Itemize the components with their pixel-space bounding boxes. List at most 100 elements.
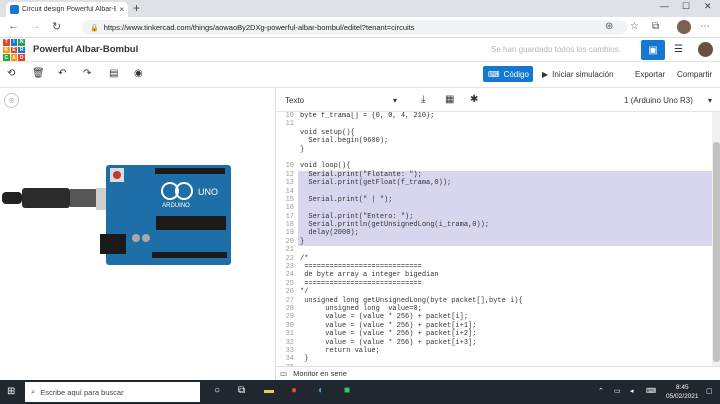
back-icon[interactable]: ← xyxy=(8,20,19,32)
collections-icon[interactable]: ⧉ xyxy=(652,21,659,32)
code-line[interactable]: 28 unsigned long value=0; xyxy=(276,305,712,313)
arduino-board-graphic[interactable]: ARDUINO UNO xyxy=(0,88,275,366)
code-text: value = (value * 256) + packet[i]; xyxy=(300,313,469,322)
code-line[interactable]: 31 value = (value * 256) + packet[i+2]; xyxy=(276,330,712,338)
code-icon: ⌨ xyxy=(488,69,500,79)
redo-icon[interactable]: ↷ xyxy=(83,68,91,79)
notifications-icon[interactable]: ▢ xyxy=(706,387,713,395)
reading-list-icon[interactable]: ⊛ xyxy=(605,21,613,32)
new-tab-button[interactable]: + xyxy=(133,1,140,15)
close-window-icon[interactable]: ✕ xyxy=(704,1,712,12)
maximize-icon[interactable]: ☐ xyxy=(682,1,690,12)
tinkercad-logo[interactable]: TIN KER CAD xyxy=(3,39,25,61)
code-line[interactable]: Serial.begin(9600); xyxy=(276,137,712,145)
chevron-down-icon: ▾ xyxy=(392,95,397,105)
code-line[interactable]: 20} xyxy=(276,237,712,247)
task-view-icon[interactable]: ⧉ xyxy=(238,385,245,396)
delete-icon[interactable]: 🗑 xyxy=(32,68,45,79)
circuit-canvas[interactable]: ⊕ ARDUINO UNO xyxy=(0,88,275,366)
circuit-view-button[interactable]: ▣ xyxy=(641,40,665,60)
start-simulation-button[interactable]: ▶ Iniciar simulación xyxy=(537,66,619,82)
close-tab-icon[interactable]: × xyxy=(119,5,124,14)
code-line[interactable]: 16 xyxy=(276,204,712,213)
code-line[interactable]: 34 } xyxy=(276,355,712,363)
code-line[interactable]: 18 Serial.println(getUnsignedLong(i_tram… xyxy=(276,221,712,230)
library-icon[interactable]: ▦ xyxy=(445,94,454,105)
line-number: 10 xyxy=(285,112,294,120)
code-text: unsigned long getUnsignedLong(byte packe… xyxy=(300,296,523,305)
url-field[interactable]: 🔒 https://www.tinkercad.com/things/aowao… xyxy=(82,20,627,35)
code-line[interactable]: 10 void loop(){ xyxy=(276,162,712,170)
project-title[interactable]: Powerful Albar-Bombul xyxy=(33,44,138,55)
app-header: TIN KER CAD Powerful Albar-Bombul Se han… xyxy=(0,38,720,62)
browser-tab[interactable]: Circuit design Powerful Albar-Bo × xyxy=(6,2,128,17)
address-bar-row: ← → ↻ 🔒 https://www.tinkercad.com/things… xyxy=(0,17,720,38)
code-line[interactable]: 24 de byte array a integer bigedian xyxy=(276,271,712,279)
profile-avatar[interactable] xyxy=(677,20,691,34)
code-button[interactable]: ⌨ Código xyxy=(483,66,533,82)
code-text: } xyxy=(300,355,309,364)
rotate-icon[interactable]: ⟲ xyxy=(7,68,15,79)
serial-monitor-bar[interactable]: ▭ Monitor en serie xyxy=(275,366,720,380)
undo-icon[interactable]: ↶ xyxy=(58,68,66,79)
code-line[interactable]: 33 return value; xyxy=(276,347,712,355)
export-button[interactable]: Exportar xyxy=(630,66,670,82)
line-number: 29 xyxy=(285,313,294,322)
network-icon[interactable]: ▭ xyxy=(614,387,621,395)
app-icon[interactable]: ■ xyxy=(344,385,350,396)
code-editor[interactable]: 10 byte f_trama[] = {0, 0, 4, 210}; 11 void… xyxy=(276,112,712,366)
taskbar-search[interactable]: ⌕ Escribe aquí para buscar xyxy=(25,382,200,402)
code-line[interactable]: } xyxy=(276,146,712,154)
minimize-icon[interactable]: — xyxy=(660,1,669,11)
code-line[interactable]: 14 xyxy=(276,187,712,196)
chevron-down-icon: ▾ xyxy=(707,95,712,105)
selection-highlight xyxy=(298,229,712,238)
code-line[interactable]: 17 Serial.print("Entero: "); xyxy=(276,212,712,222)
code-text: Serial.print(getFloat(f_trama,0)); xyxy=(300,179,452,188)
file-explorer-icon[interactable]: ▬ xyxy=(264,385,274,396)
code-line[interactable]: 32 value = (value * 256) + packet[i+3]; xyxy=(276,339,712,347)
scrollbar-thumb[interactable] xyxy=(713,142,720,362)
taskbar-clock[interactable]: 8:45 05/02/2021 xyxy=(666,383,699,401)
board-model-text: UNO xyxy=(198,187,218,197)
chrome-icon[interactable]: ● xyxy=(291,385,297,396)
code-line[interactable]: 19 delay(2000); xyxy=(276,229,712,238)
volume-icon[interactable]: ◂ xyxy=(630,387,634,395)
editor-scrollbar[interactable] xyxy=(712,112,720,366)
code-line[interactable] xyxy=(276,154,712,162)
download-icon[interactable]: ⤓ xyxy=(421,94,425,105)
code-line[interactable]: void setup(){ xyxy=(276,129,712,137)
code-line[interactable]: 11 xyxy=(276,120,712,128)
device-select[interactable]: 1 (Arduino Uno R3) ▾ xyxy=(619,92,717,108)
code-line[interactable]: 22 /* xyxy=(276,255,712,263)
more-menu-icon[interactable]: ⋯ xyxy=(700,21,710,32)
code-line[interactable]: 25 ============================ xyxy=(276,280,712,288)
share-button[interactable]: Compartir xyxy=(672,66,717,82)
code-line[interactable]: 12 Serial.print("Flotante: "); xyxy=(276,170,712,180)
debugger-icon[interactable]: ✱ xyxy=(470,94,478,105)
code-line[interactable]: 29 value = (value * 256) + packet[i]; xyxy=(276,313,712,321)
user-avatar[interactable] xyxy=(698,42,713,57)
code-line[interactable]: 27 unsigned long getUnsignedLong(byte pa… xyxy=(276,297,712,305)
notes-icon[interactable]: ▤ xyxy=(109,68,118,79)
code-line[interactable]: 30 value = (value * 256) + packet[i+1]; xyxy=(276,322,712,330)
cortana-icon[interactable]: ○ xyxy=(214,385,220,396)
visibility-icon[interactable]: ◉ xyxy=(134,68,143,79)
code-mode-select[interactable]: Texto ▾ xyxy=(280,92,402,108)
list-view-icon[interactable]: ☰ xyxy=(674,44,683,55)
code-line[interactable]: 13 Serial.print(getFloat(f_trama,0)); xyxy=(276,179,712,188)
code-line[interactable]: 10 byte f_trama[] = {0, 0, 4, 210}; xyxy=(276,112,712,120)
reload-icon[interactable]: ↻ xyxy=(52,20,61,33)
code-line[interactable]: 23 ============================ xyxy=(276,263,712,271)
language-icon[interactable]: ⌨ xyxy=(646,387,656,395)
forward-icon[interactable]: → xyxy=(30,20,41,32)
windows-start-icon[interactable]: ⊞ xyxy=(7,386,15,397)
edge-icon[interactable]: ◐ xyxy=(318,385,324,396)
code-line[interactable]: 26 */ xyxy=(276,288,712,296)
code-line[interactable]: 15 Serial.print(" | "); xyxy=(276,195,712,205)
code-text: Serial.begin(9600); xyxy=(300,137,389,146)
code-line[interactable]: 21 xyxy=(276,246,712,254)
code-text: unsigned long value=0; xyxy=(300,304,422,313)
tray-chevron-icon[interactable]: ⌃ xyxy=(598,387,604,395)
favorite-star-icon[interactable]: ☆ xyxy=(630,21,639,32)
